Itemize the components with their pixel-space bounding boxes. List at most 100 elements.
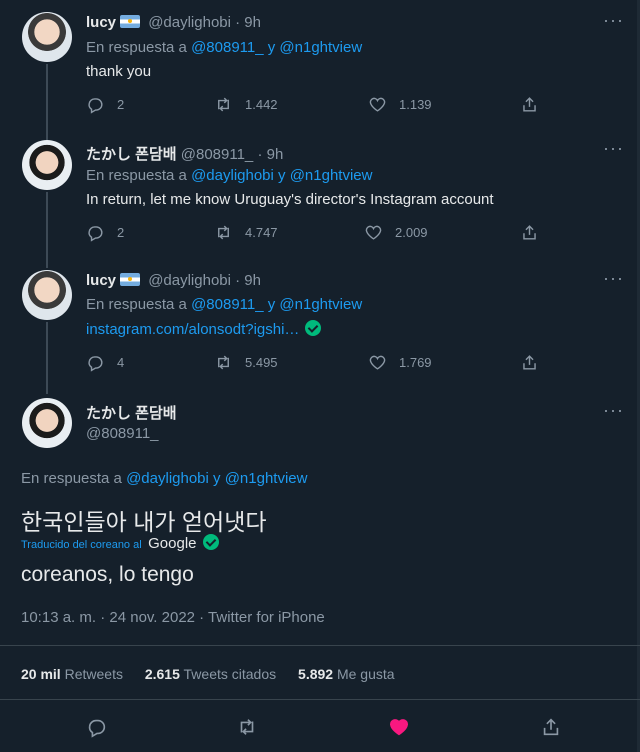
reply-count: 2: [117, 225, 125, 240]
reply-to-link[interactable]: @daylighobi y @n1ghtview: [126, 470, 307, 487]
share-button[interactable]: [520, 353, 539, 372]
heart-filled-icon[interactable]: [388, 716, 410, 738]
more-options-icon[interactable]: ···: [603, 138, 624, 159]
reply-to-link[interactable]: @daylighobi y @n1ghtview: [191, 167, 372, 184]
reply-icon: [88, 98, 103, 114]
avatar[interactable]: [22, 270, 72, 320]
reply-button[interactable]: 4: [86, 353, 124, 372]
heart-icon: [369, 355, 386, 370]
tweet-timestamp[interactable]: 10:13 a. m. · 24 nov. 2022 · Twitter for…: [21, 609, 325, 626]
like-count: 1.139: [399, 97, 432, 112]
reply-button[interactable]: 2: [86, 223, 124, 242]
heart-icon: [365, 225, 382, 240]
original-text: 한국인들아 내가 얻어냇다: [21, 509, 267, 535]
handle[interactable]: @daylighobi: [148, 14, 231, 31]
like-button[interactable]: 1.139: [368, 95, 432, 114]
reply-context: En respuesta a @daylighobi y @n1ghtview: [21, 470, 307, 487]
retweets-stat[interactable]: 20 mil Retweets: [21, 666, 123, 682]
reply-icon[interactable]: [86, 716, 108, 738]
tweet-header: lucy @daylighobi · 9h: [86, 272, 261, 289]
retweet-icon: [218, 225, 229, 240]
divider: [0, 645, 640, 646]
argentina-flag-icon: [120, 273, 141, 286]
display-name[interactable]: lucy: [86, 14, 116, 31]
reply-context: En respuesta a @daylighobi y @n1ghtview: [86, 167, 372, 184]
share-icon: [523, 97, 536, 112]
translated-text: coreanos, lo tengo: [21, 563, 194, 586]
reply-context: En respuesta a @808911_ y @n1ghtview: [86, 39, 362, 56]
retweet-count: 4.747: [245, 225, 278, 240]
like-count: 2.009: [395, 225, 428, 240]
reply-count: 2: [117, 97, 125, 112]
likes-label: Me gusta: [336, 666, 395, 682]
reply-prefix: En respuesta a: [21, 470, 122, 487]
timestamp[interactable]: · 9h: [235, 14, 261, 31]
retweet-icon: [218, 97, 229, 112]
retweet-count: 5.495: [245, 355, 278, 370]
avatar[interactable]: [22, 398, 72, 448]
retweets-label: Retweets: [64, 666, 123, 682]
reply-to-link[interactable]: @808911_ y @n1ghtview: [191, 296, 362, 313]
thread-line: [46, 322, 48, 394]
retweet-button[interactable]: 5.495: [214, 353, 278, 372]
share-button[interactable]: [520, 95, 539, 114]
tweet-header: lucy @daylighobi · 9h: [86, 14, 261, 31]
main-tweet-actions: [0, 716, 640, 740]
verified-check-icon: [305, 320, 322, 336]
retweet-button[interactable]: 4.747: [214, 223, 278, 242]
display-name[interactable]: たかし 폰담배: [86, 402, 177, 423]
avatar[interactable]: [22, 12, 72, 62]
engagement-stats: 20 mil Retweets 2.615 Tweets citados 5.8…: [21, 666, 395, 682]
quotes-count: 2.615: [144, 666, 180, 682]
retweet-count: 1.442: [245, 97, 278, 112]
quotes-label: Tweets citados: [183, 666, 277, 682]
retweet-button[interactable]: 1.442: [214, 95, 278, 114]
quotes-stat[interactable]: 2.615 Tweets citados: [145, 666, 276, 682]
reply-to-link[interactable]: @808911_ y @n1ghtview: [191, 39, 362, 56]
translated-by-link[interactable]: Traducido del coreano al: [21, 539, 142, 551]
like-button[interactable]: 2.009: [364, 223, 428, 242]
handle[interactable]: @808911_: [86, 425, 159, 442]
share-icon[interactable]: [540, 716, 562, 738]
thread-line: [46, 192, 48, 268]
more-options-icon[interactable]: ···: [603, 10, 624, 31]
reply-count: 4: [117, 355, 125, 370]
handle[interactable]: @daylighobi: [148, 272, 231, 289]
instagram-link[interactable]: instagram.com/alonsodt?igshi…: [86, 321, 299, 338]
retweets-count: 20 mil: [21, 666, 61, 682]
retweet-icon[interactable]: [236, 716, 258, 738]
avatar[interactable]: [22, 140, 72, 190]
share-icon: [523, 355, 536, 370]
tweet-header: たかし 폰담배 @808911_ · 9h: [86, 143, 283, 164]
more-options-icon[interactable]: ···: [603, 268, 624, 289]
timestamp[interactable]: · 9h: [235, 272, 261, 289]
reply-icon: [88, 356, 103, 372]
tweet-text: In return, let me know Uruguay's directo…: [86, 191, 494, 208]
tweet-text: thank you: [86, 63, 152, 80]
likes-stat[interactable]: 5.892 Me gusta: [298, 666, 395, 682]
tweet-actions: 2 4.747 2.009: [86, 223, 546, 243]
display-name[interactable]: lucy: [86, 272, 116, 289]
tweet-actions: 4 5.495 1.769: [86, 353, 546, 373]
tweet-actions: 2 1.442 1.139: [86, 95, 546, 115]
like-button[interactable]: 1.769: [368, 353, 432, 372]
display-name-text: たかし 폰담배: [86, 405, 177, 422]
share-button[interactable]: [520, 223, 539, 242]
translation-credit: Traducido del coreano al Google: [21, 534, 219, 553]
timestamp[interactable]: · 9h: [257, 146, 283, 163]
tweet-text: instagram.com/alonsodt?igshi…: [86, 320, 322, 338]
reply-prefix: En respuesta a: [86, 167, 187, 184]
more-options-icon[interactable]: ···: [603, 400, 624, 421]
likes-count: 5.892: [298, 666, 334, 682]
thread-line: [46, 64, 48, 140]
handle[interactable]: @808911_: [181, 146, 254, 163]
verified-check-icon: [202, 534, 219, 550]
retweet-icon: [218, 355, 229, 370]
share-icon: [523, 225, 536, 240]
heart-icon: [369, 97, 386, 112]
display-name[interactable]: たかし 폰담배: [86, 146, 177, 163]
argentina-flag-icon: [120, 15, 141, 28]
reply-button[interactable]: 2: [86, 95, 124, 114]
reply-prefix: En respuesta a: [86, 296, 187, 313]
reply-icon: [88, 226, 103, 242]
